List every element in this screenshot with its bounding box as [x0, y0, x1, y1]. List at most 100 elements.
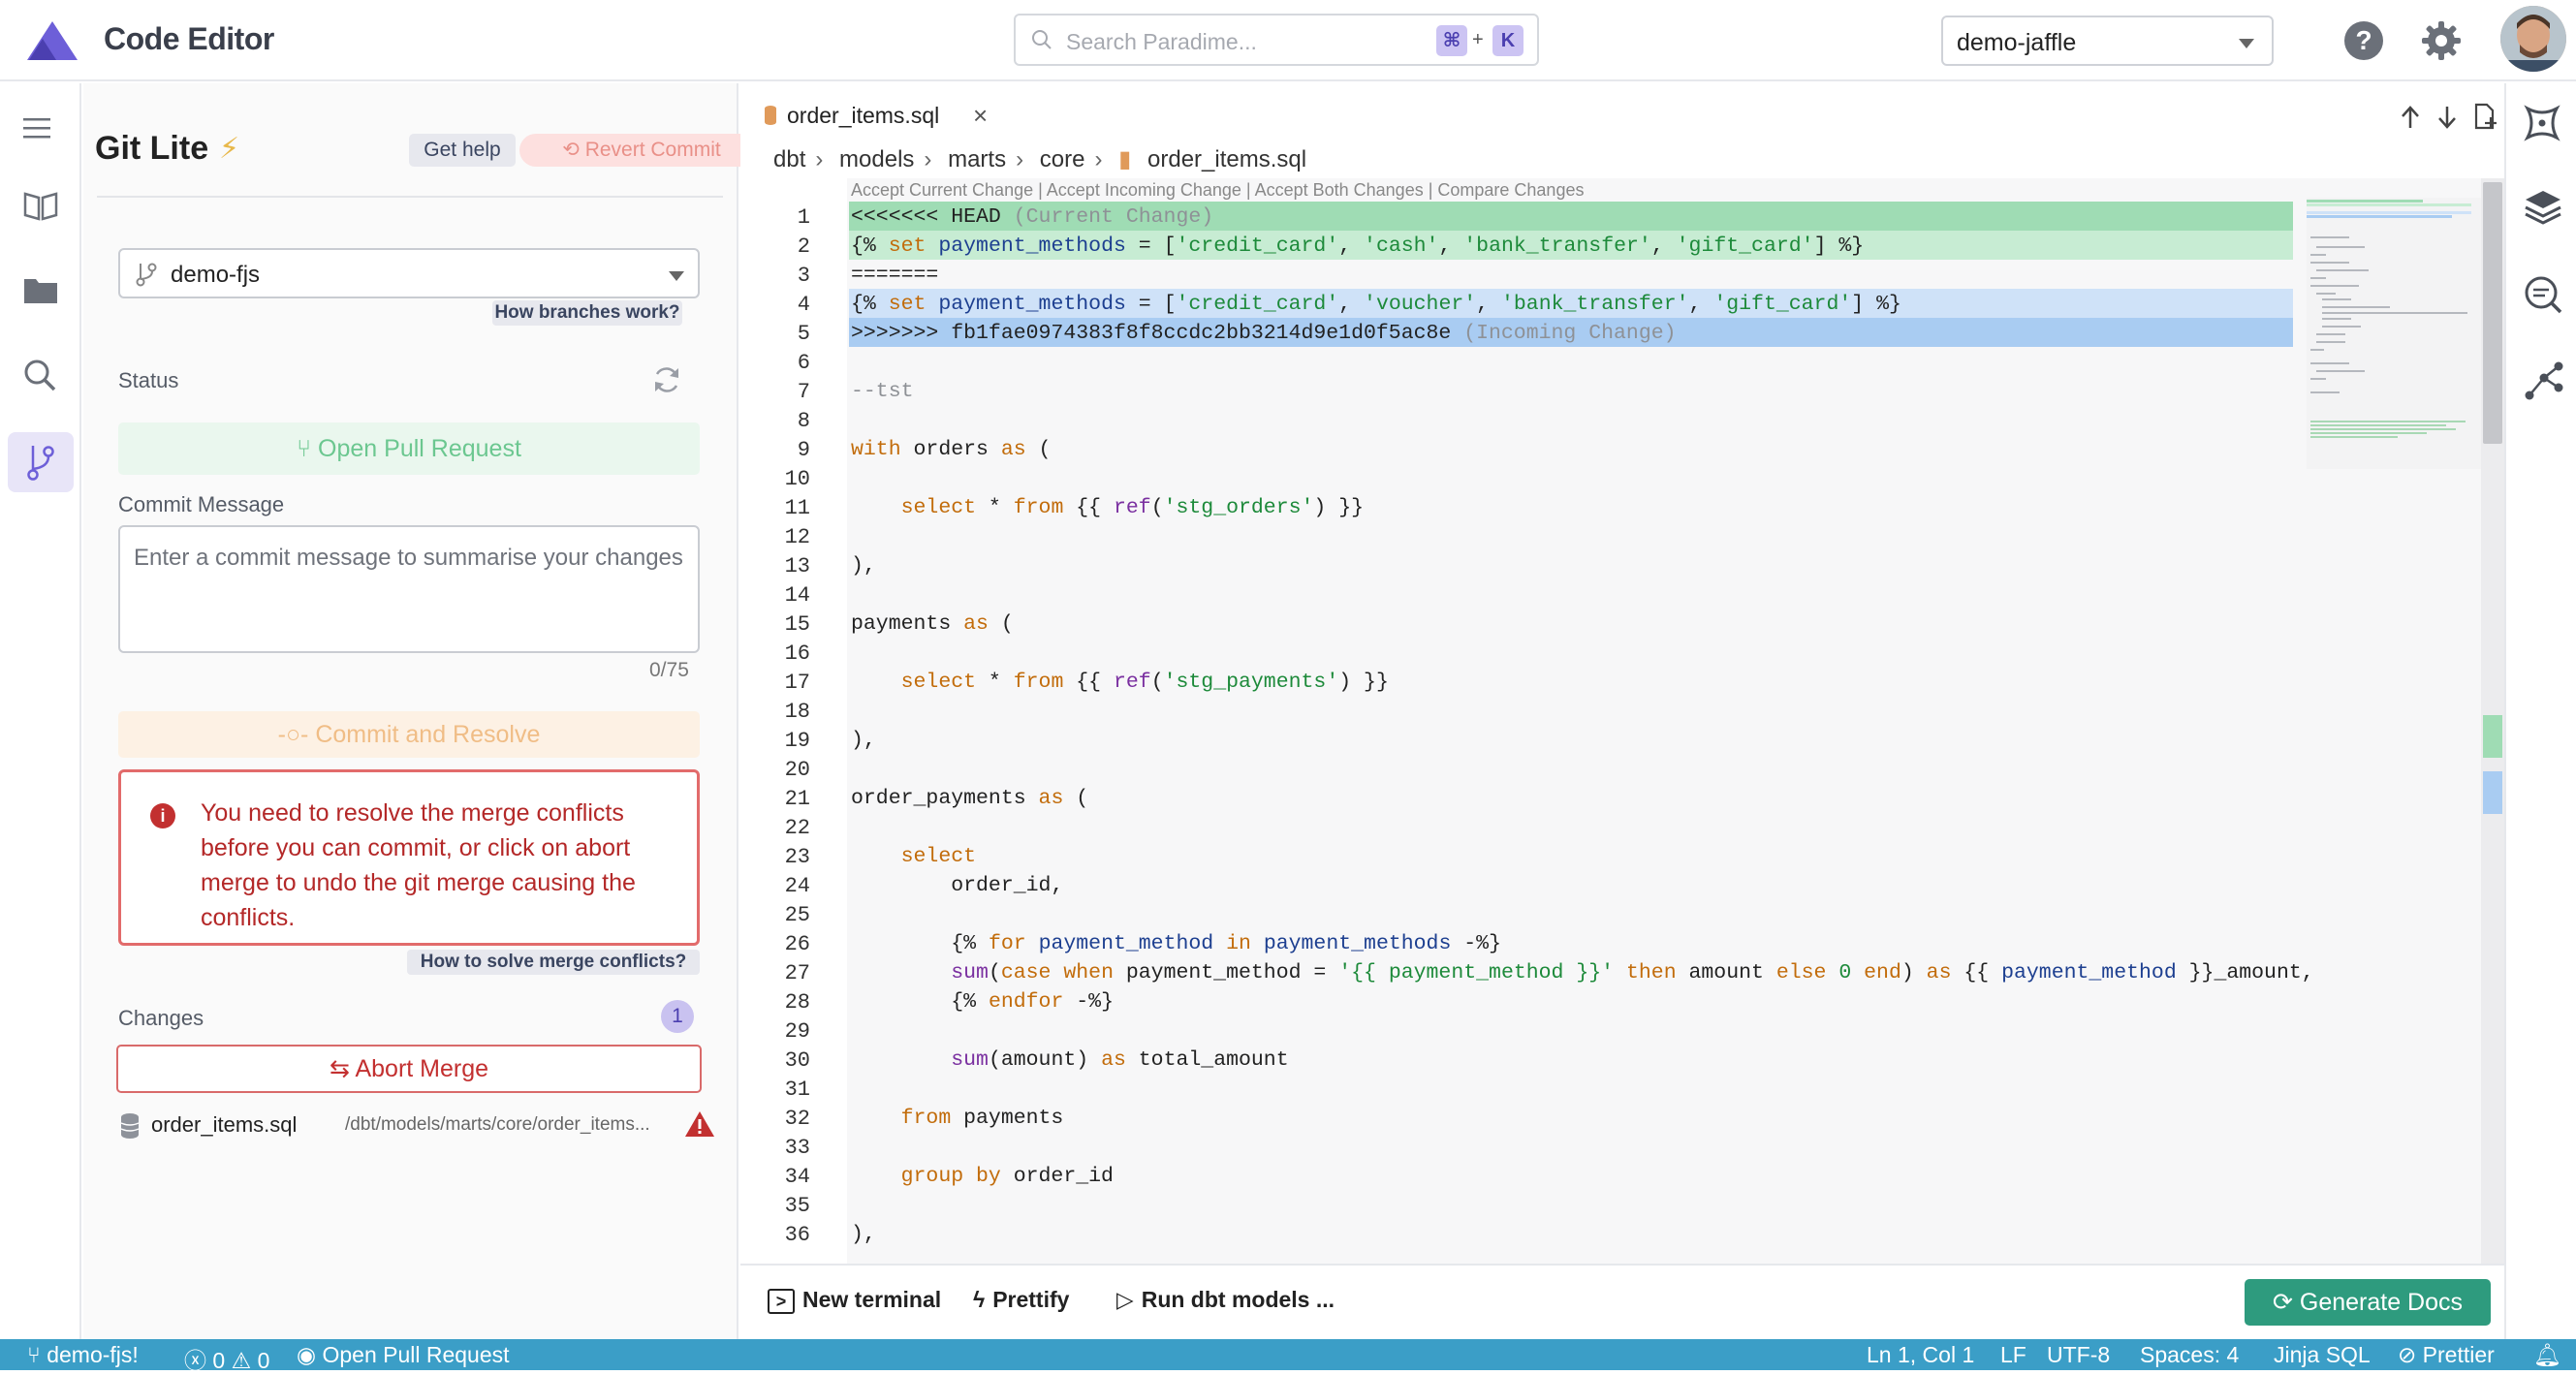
status-branch[interactable]: ⑂ demo-fjs! — [27, 1342, 139, 1368]
editor-toolbar: > New terminal ϟ Prettify ▷ Run dbt models … — [740, 1264, 2504, 1339]
search-input[interactable]: Search Paradime... ⌘ + K — [1014, 14, 1539, 66]
line-number: 33 — [784, 1136, 810, 1160]
status-open-pr[interactable]: ◉ Open Pull Request — [297, 1342, 510, 1368]
layers-icon[interactable] — [2524, 188, 2562, 227]
code-line: sum(case when payment_method = '{{ payme… — [951, 961, 2314, 984]
line-number: 5 — [797, 322, 810, 346]
code-area[interactable]: Accept Current Change | Accept Incoming … — [740, 178, 2504, 1359]
breadcrumb-item[interactable]: marts — [948, 146, 1006, 172]
code-line: ), — [851, 554, 876, 578]
gear-icon[interactable] — [2420, 19, 2463, 62]
line-number: 28 — [784, 990, 810, 1015]
arrow-up-icon[interactable] — [2400, 105, 2421, 130]
code-line: order_id, — [851, 874, 1064, 897]
project-select[interactable]: demo-jaffle — [1941, 16, 2274, 66]
code-line: <<<<<<< HEAD (Current Change) — [851, 205, 1214, 229]
minimap[interactable] — [2307, 198, 2497, 469]
dbt-icon[interactable] — [2524, 105, 2560, 141]
sidebar-item-git[interactable] — [8, 432, 74, 492]
terminal-icon: > — [768, 1288, 795, 1314]
folder-icon[interactable] — [23, 275, 58, 304]
status-formatter[interactable]: ⊘ Prettier — [2398, 1342, 2495, 1368]
code-line: select * from {{ ref('stg_orders') }} — [900, 496, 1365, 519]
line-number: 26 — [784, 932, 810, 956]
line-number: 2 — [797, 234, 810, 259]
commit-and-resolve-button[interactable]: -○- Commit and Resolve — [118, 711, 700, 758]
branch-select[interactable]: demo-fjs — [118, 248, 700, 298]
line-number: 29 — [784, 1019, 810, 1044]
help-button[interactable]: ? — [2344, 21, 2383, 60]
commit-and-resolve-label: Commit and Resolve — [315, 721, 541, 748]
revert-commit-button[interactable]: ⟲ Revert Commit — [519, 134, 764, 167]
search-icon — [1032, 30, 1052, 49]
run-dbt-models-button[interactable]: ▷ Run dbt models ... — [1116, 1287, 1335, 1313]
breadcrumb-item[interactable]: core — [1040, 146, 1085, 172]
search-icon[interactable] — [23, 359, 56, 391]
breadcrumb: dbt › models › marts › core › ▮ order_items.… — [773, 145, 1316, 173]
code-line: payments as ( — [851, 612, 1014, 636]
abort-merge-button[interactable]: ⇆ Abort Merge — [116, 1045, 702, 1093]
new-file-icon[interactable] — [2473, 103, 2498, 130]
error-icon: ⓧ — [184, 1348, 213, 1373]
line-number: 31 — [784, 1078, 810, 1102]
lightning-icon: ⚡ — [219, 133, 240, 165]
avatar[interactable] — [2500, 6, 2566, 72]
status-cursor-position[interactable]: Ln 1, Col 1 — [1867, 1342, 1974, 1368]
arrow-down-icon[interactable] — [2436, 105, 2458, 130]
chat-search-icon[interactable] — [2524, 275, 2562, 314]
commit-message-label: Commit Message — [118, 492, 285, 516]
line-number: 21 — [784, 787, 810, 811]
bell-icon[interactable]: 🔔︎ — [2533, 1342, 2561, 1368]
line-number: 16 — [784, 641, 810, 666]
changes-label: Changes — [118, 1006, 204, 1030]
top-bar: Code Editor Search Paradime... ⌘ + K dem… — [0, 0, 2576, 81]
chevron-right-icon: › — [1094, 146, 1103, 172]
status-encoding[interactable]: UTF-8 — [2047, 1342, 2110, 1368]
commit-message-input[interactable]: Enter a commit message to summarise your… — [118, 525, 700, 653]
merge-codelens[interactable]: Accept Current Change | Accept Incoming … — [851, 180, 1584, 201]
breadcrumb-item[interactable]: dbt — [773, 146, 805, 172]
status-indentation[interactable]: Spaces: 4 — [2140, 1342, 2239, 1368]
menu-icon[interactable] — [23, 116, 52, 140]
open-pull-request-button[interactable]: ⑂ Open Pull Request — [118, 422, 700, 475]
line-number: 35 — [784, 1194, 810, 1218]
lineage-icon[interactable] — [2524, 360, 2564, 401]
line-number: 13 — [784, 554, 810, 578]
generate-docs-button[interactable]: ⟳ Generate Docs — [2245, 1279, 2491, 1326]
git-branch-icon — [136, 263, 157, 287]
status-language[interactable]: Jinja SQL — [2274, 1342, 2371, 1368]
breadcrumb-item[interactable]: order_items.sql — [1147, 146, 1306, 172]
branch-select-value: demo-fjs — [171, 262, 261, 288]
line-number: 17 — [784, 671, 810, 695]
prettify-button[interactable]: ϟ Prettify — [973, 1287, 1069, 1313]
code-line: {% set payment_methods = ['credit_card',… — [851, 234, 1865, 258]
database-icon — [120, 1113, 140, 1139]
scrollbar-thumb[interactable] — [2483, 182, 2502, 444]
app-title: Code Editor — [104, 21, 274, 56]
shortcut-plus: + — [1472, 29, 1484, 50]
get-help-button[interactable]: Get help — [409, 134, 516, 167]
status-warnings: 0 — [257, 1348, 270, 1373]
history-icon: ⟲ — [562, 139, 585, 161]
close-icon[interactable]: × — [973, 101, 988, 131]
code-line: from payments — [900, 1107, 1064, 1130]
new-terminal-button[interactable]: > New terminal — [768, 1287, 941, 1314]
line-number: 34 — [784, 1165, 810, 1189]
book-icon[interactable] — [23, 190, 58, 221]
refresh-icon[interactable] — [651, 364, 682, 395]
shortcut-key-cmd: ⌘ — [1436, 25, 1467, 56]
how-to-solve-conflicts-link[interactable]: How to solve merge conflicts? — [407, 950, 700, 975]
refresh-icon: ⟳ — [2272, 1289, 2300, 1316]
code-line: select — [900, 845, 977, 868]
changed-file-name: order_items.sql — [151, 1112, 298, 1137]
status-bar: ⑂ demo-fjs! ⓧ 0 ⚠ 0 ◉ Open Pull Request … — [0, 1339, 2576, 1373]
status-eol[interactable]: LF — [2000, 1342, 2026, 1368]
line-number: 27 — [784, 961, 810, 985]
generate-docs-label: Generate Docs — [2299, 1289, 2464, 1316]
info-icon: i — [150, 803, 175, 828]
breadcrumb-item[interactable]: models — [839, 146, 914, 172]
changed-file-item[interactable]: order_items.sql /dbt/models/marts/core/o… — [118, 1107, 714, 1145]
line-number: 15 — [784, 612, 810, 637]
how-branches-link[interactable]: How branches work? — [492, 300, 682, 326]
app-logo[interactable] — [25, 19, 79, 62]
